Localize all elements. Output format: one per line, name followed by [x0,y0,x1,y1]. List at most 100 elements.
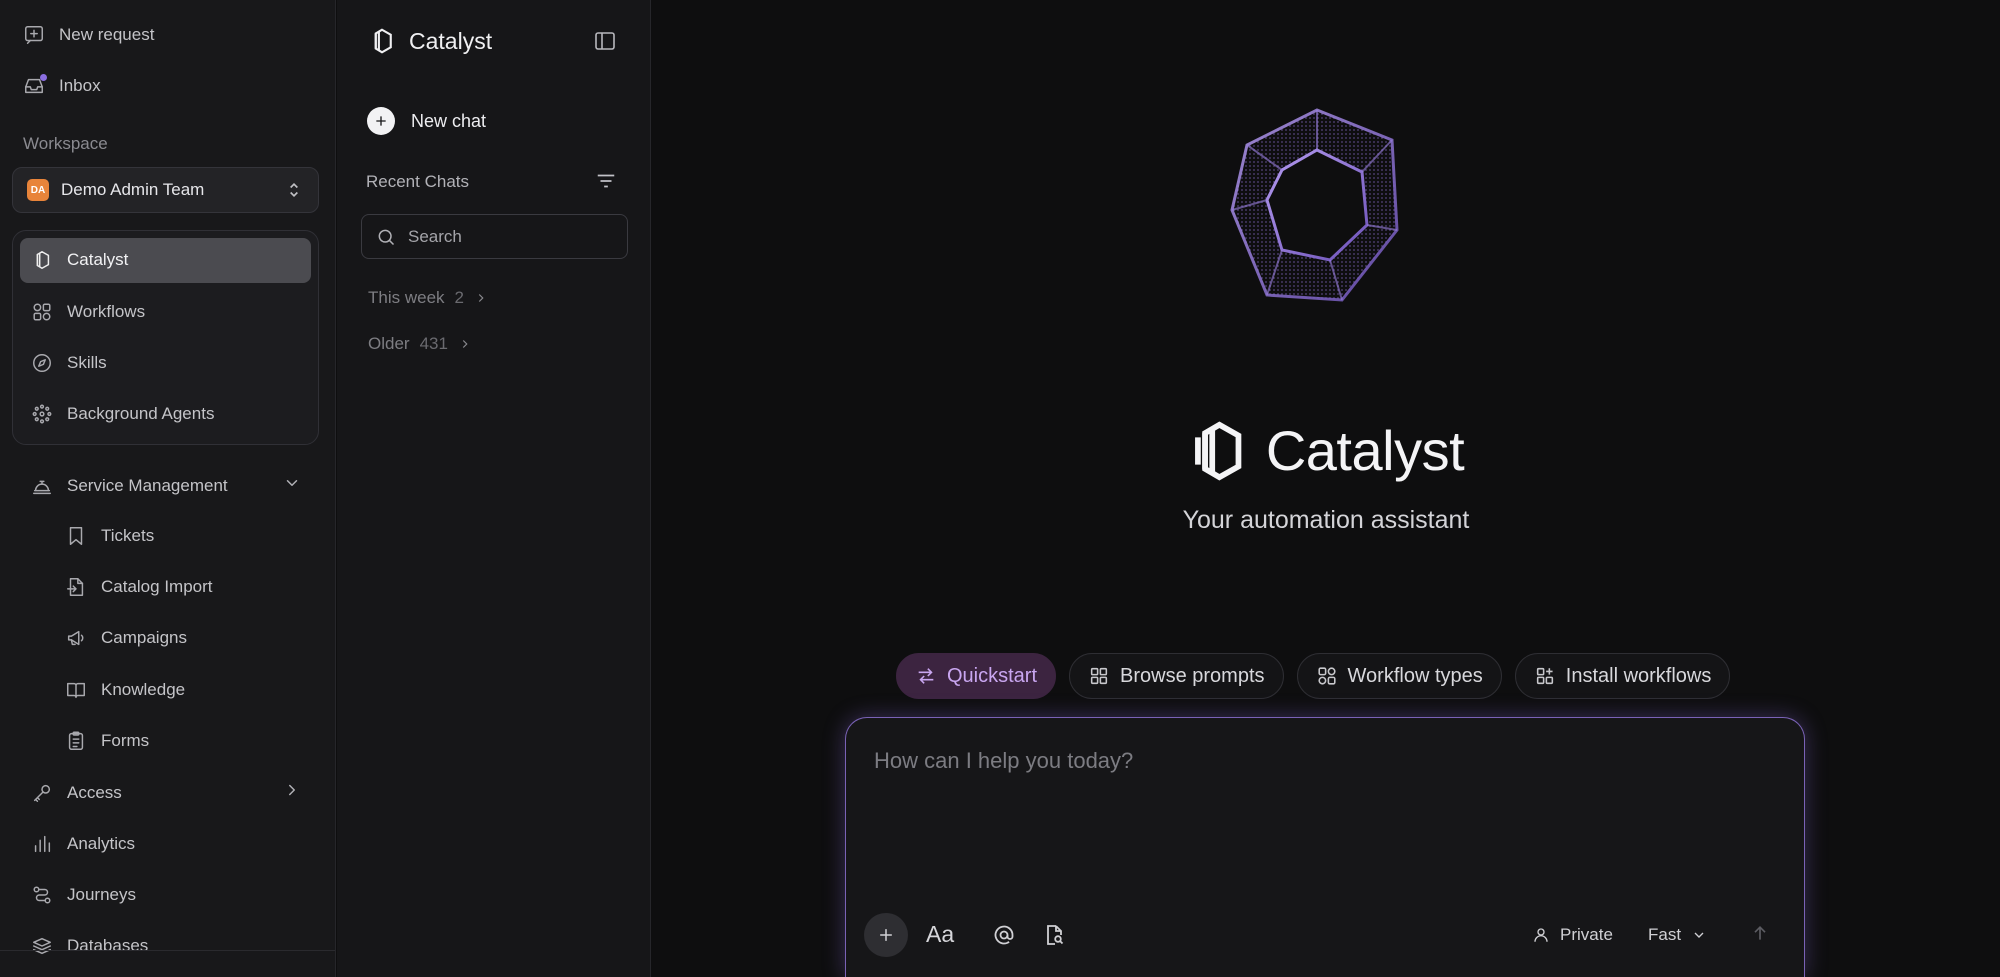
panel-header: Catalyst [367,26,492,56]
sidebar-item-tickets[interactable]: Tickets [65,525,154,547]
key-icon [33,784,51,802]
privacy-toggle[interactable]: Private [1532,925,1613,945]
plus-icon [367,107,395,135]
chevron-down-icon [1694,932,1704,938]
inbox-icon-wrap [23,74,47,97]
chat-group-this-week[interactable]: This week 2 [368,288,488,308]
send-button[interactable] [1750,923,1770,943]
workspace-name: Demo Admin Team [61,180,205,199]
sidebar-item-label: Forms [101,731,150,750]
notification-dot [40,74,47,81]
file-import-icon [67,578,84,596]
at-sign-icon [994,925,1014,945]
chip-label: Install workflows [1565,664,1712,687]
chip-label: Workflow types [1347,664,1483,687]
compass-icon [33,354,51,372]
database-icon [33,937,51,955]
workspace-label: Workspace [23,134,108,153]
workspace-switcher[interactable]: DA Demo Admin Team [12,167,319,213]
group-label: This week [368,288,445,307]
collapse-sidebar-button[interactable] [593,29,619,55]
sidebar-item-label: Background Agents [67,404,215,423]
sidebar-item-label: Workflows [67,302,146,321]
grid-icon [1090,667,1108,685]
chat-group-older[interactable]: Older 431 [368,334,472,354]
quick-action-chips: Quickstart Browse prompts Workflow types… [896,653,1731,699]
chip-label: Quickstart [947,664,1038,687]
search-docs-button[interactable] [1042,923,1066,947]
arrow-up-icon [1754,925,1766,940]
sidebar-item-catalog-import[interactable]: Catalog Import [65,576,213,598]
browse-prompts-chip[interactable]: Browse prompts [1069,653,1284,699]
group-label: Older [368,334,410,353]
chat-history-panel: Catalyst New chat Recent Chats This week… [337,0,651,977]
group-count: 431 [419,334,448,353]
message-input[interactable] [874,748,1774,848]
chevron-right-icon [478,294,484,302]
sidebar-item-service-management[interactable]: Service Management [31,474,301,497]
brand-lockup: Catalyst [652,418,2000,483]
tagline: Your automation assistant [1182,506,1470,534]
sidebar-item-label: Service Management [67,475,228,495]
group-count: 2 [454,288,464,307]
sidebar-item-campaigns[interactable]: Campaigns [65,627,187,649]
swap-arrows-icon [918,668,934,684]
workflow-types-chip[interactable]: Workflow types [1296,653,1502,699]
bookmark-icon [69,527,83,545]
sidebar-item-databases[interactable]: Databases [31,935,148,957]
user-icon [1534,928,1548,942]
format-text-button[interactable]: Aa [926,921,954,948]
sidebar-item-label: Campaigns [101,628,187,647]
chevron-up-down-icon [290,182,298,198]
catalyst-icon [36,251,50,269]
sidebar-item-forms[interactable]: Forms [65,730,149,752]
quickstart-chip[interactable]: Quickstart [896,653,1057,699]
workflows-icon [1317,667,1336,685]
book-icon [67,682,85,699]
inbox-item[interactable]: Inbox [23,74,101,97]
sidebar-item-catalyst[interactable]: Catalyst [31,249,128,271]
hexagon-orb-illustration [1230,108,1399,302]
sidebar-item-knowledge[interactable]: Knowledge [65,679,185,701]
megaphone-icon [67,630,84,646]
install-workflows-chip[interactable]: Install workflows [1514,653,1731,699]
workflows-icon [33,303,51,321]
sidebar-item-skills[interactable]: Skills [31,352,107,374]
sidebar-item-workflows[interactable]: Workflows [31,301,145,323]
sidebar-item-label: Analytics [67,834,136,853]
chat-search-box[interactable] [361,214,628,259]
sidebar-item-label: Knowledge [101,680,186,699]
new-request-icon [25,26,43,44]
model-selector[interactable]: Fast [1648,925,1707,945]
recent-chats-heading: Recent Chats [366,172,469,191]
catalyst-logo-icon [374,28,392,54]
agents-icon [32,404,52,424]
model-label: Fast [1648,925,1682,944]
chevron-down-icon [283,474,301,497]
search-input[interactable] [408,226,608,247]
sidebar-toggle-icon [595,32,615,50]
sidebar-item-label: Access [67,782,122,802]
sidebar-item-analytics[interactable]: Analytics [31,833,135,855]
new-request-label: New request [59,25,155,44]
apps-plus-icon [1536,667,1553,685]
search-icon [378,229,395,245]
chevron-right-icon [462,340,468,348]
privacy-label: Private [1560,925,1613,944]
inbox-label: Inbox [59,76,101,95]
filter-icon [597,174,615,188]
workspace-badge: DA [27,179,49,201]
mention-button[interactable] [992,923,1016,947]
sidebar-item-background-agents[interactable]: Background Agents [31,403,214,425]
add-attachment-button[interactable] [864,913,908,957]
analytics-icon [34,835,51,853]
filter-button[interactable] [595,170,617,197]
message-composer: Aa Private Fast [845,717,1805,977]
sidebar-item-access[interactable]: Access [31,781,301,804]
sidebar-item-journeys[interactable]: Journeys [31,884,136,906]
sidebar-item-label: Catalyst [67,250,129,269]
new-request-item[interactable]: New request [23,24,154,46]
plus-icon [880,929,892,941]
new-chat-button[interactable]: New chat [367,107,486,135]
clipboard-icon [68,731,84,750]
